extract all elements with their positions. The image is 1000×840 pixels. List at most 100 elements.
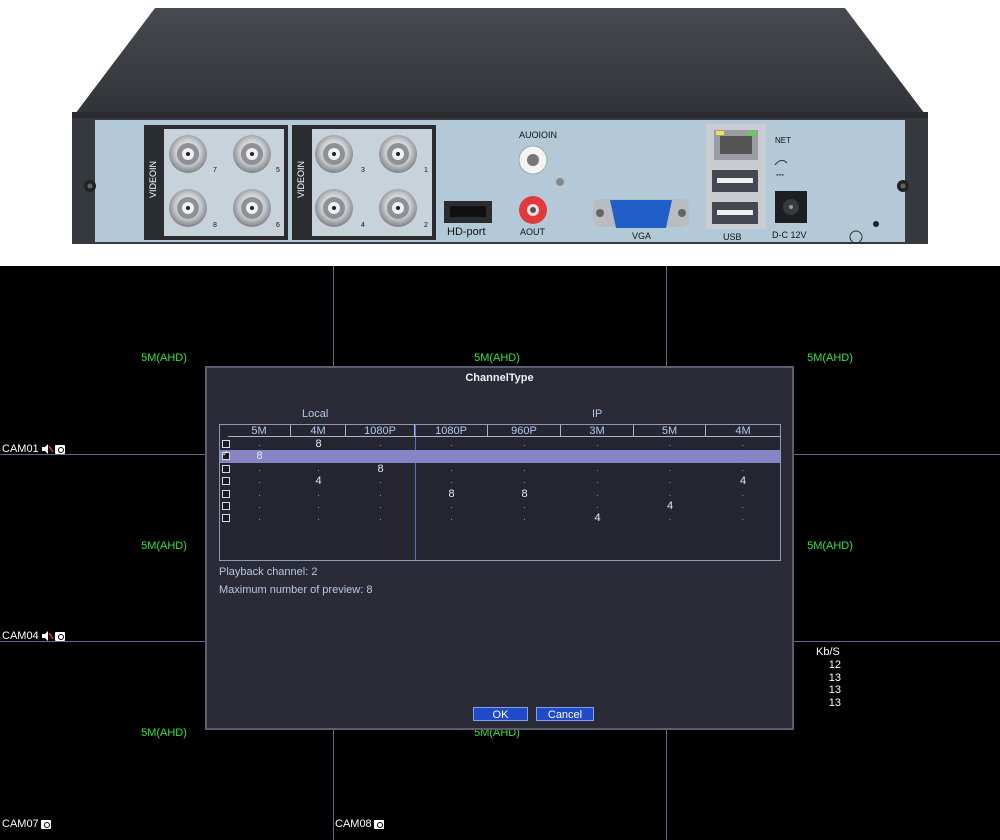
table-cell: .: [523, 512, 526, 523]
audioin-label: AUOIOIN: [519, 130, 558, 140]
table-cell: .: [379, 450, 382, 461]
videoin-label-right: VIDEOIN: [296, 160, 306, 198]
max-preview-text: Maximum number of preview: 8: [219, 584, 373, 596]
audio-mute-icon: [41, 631, 53, 641]
table-cell: 8: [521, 487, 528, 500]
table-cell: .: [317, 462, 320, 473]
bitrate-header: Kb/S: [816, 646, 840, 658]
table-cell: .: [596, 462, 599, 473]
dvr-device-illustration: ⎓: [72, 8, 928, 244]
table-row[interactable]: ... 8 8...: [220, 488, 780, 501]
camera-icon: [40, 819, 51, 829]
cancel-button[interactable]: Cancel: [536, 707, 594, 721]
port-number-5: 5: [276, 167, 280, 174]
table-cell: .: [258, 487, 261, 498]
table-cell: 8: [315, 438, 322, 450]
dialog-title: ChannelType: [465, 372, 534, 384]
column-header: 1080P: [346, 425, 415, 437]
camera-name: CAM07: [2, 818, 39, 830]
table-cell: .: [668, 475, 672, 486]
table-row[interactable]: . 4..... 4: [220, 475, 780, 488]
ok-button[interactable]: OK: [473, 707, 528, 721]
table-cell: .: [379, 512, 382, 523]
table-cell: .: [523, 450, 526, 461]
table-cell: .: [668, 438, 672, 448]
net-label: NET: [775, 136, 791, 145]
column-header: 1080P: [415, 425, 488, 437]
table-cell: .: [523, 475, 526, 486]
table-cell: .: [741, 462, 745, 473]
port-number-6: 6: [276, 222, 280, 229]
table-cell: .: [450, 475, 453, 486]
table-cell: .: [596, 487, 599, 498]
aout-label: AOUT: [520, 227, 546, 237]
bitrate-readout: Kb/S 12 13 13 13: [816, 646, 841, 710]
camera-icon: [54, 444, 65, 454]
table-cell: .: [258, 500, 261, 510]
table-row[interactable]: ..... 4..: [220, 512, 780, 525]
table-cell: .: [596, 475, 599, 486]
table-cell: 8: [256, 450, 263, 463]
table-cell: 4: [315, 475, 322, 488]
bitrate-value: 13: [828, 671, 841, 684]
column-header: 5M: [634, 425, 706, 437]
table-cell: .: [596, 500, 599, 510]
videoin-label-left: VIDEOIN: [148, 160, 158, 198]
column-header: 5M: [228, 425, 291, 437]
camera-label-cam07[interactable]: CAM07: [2, 817, 51, 831]
table-cell: .: [741, 487, 745, 498]
camera-icon: [54, 631, 65, 641]
table-cell: .: [741, 438, 745, 448]
port-number-1: 1: [424, 167, 428, 174]
table-cell: .: [379, 500, 382, 510]
bitrate-value: 12: [828, 658, 841, 671]
port-number-7: 7: [213, 167, 217, 174]
table-row[interactable]: . 8......: [220, 438, 780, 451]
table-cell: .: [450, 512, 453, 523]
table-cell: .: [668, 450, 672, 461]
camera-name: CAM08: [335, 818, 372, 830]
camera-icon: [373, 819, 384, 829]
table-cell: .: [258, 462, 261, 473]
table-cell: .: [668, 462, 672, 473]
table-cell: 8: [377, 462, 384, 475]
resolution-label: 5M(AHD): [141, 727, 187, 739]
reset-hole: [873, 221, 879, 227]
table-cell: .: [379, 475, 382, 486]
monitor-screen: 5M(AHD) 5M(AHD) 5M(AHD) 5M(AHD) 5M(AHD) …: [0, 266, 1000, 840]
table-cell: .: [317, 500, 320, 510]
table-cell: .: [741, 512, 745, 523]
table-cell: .: [450, 500, 453, 510]
dc-label: D-C 12V: [772, 230, 807, 240]
group-label-local: Local: [302, 408, 329, 420]
vga-label: VGA: [632, 231, 652, 241]
column-header: 4M: [706, 425, 780, 437]
playback-channel-text: Playback channel: 2: [219, 566, 318, 578]
svg-text:⎓: ⎓: [776, 170, 784, 181]
table-row[interactable]: .. 8.....: [220, 463, 780, 476]
port-number-4: 4: [361, 222, 365, 229]
table-cell: .: [258, 475, 261, 486]
bitrate-value: 13: [828, 684, 841, 697]
table-cell: .: [523, 462, 526, 473]
usb-label: USB: [723, 232, 742, 242]
camera-label-cam08[interactable]: CAM08: [335, 817, 384, 831]
table-cell: .: [450, 438, 453, 448]
resolution-label: 5M(AHD): [474, 352, 520, 364]
hdport-label: HD-port: [447, 226, 486, 238]
resolution-label: 5M(AHD): [141, 352, 187, 364]
table-cell: 8: [448, 487, 455, 500]
table-cell: .: [258, 512, 261, 523]
chassis-top: [72, 8, 928, 118]
table-row[interactable]: 8.......: [220, 449, 780, 463]
camera-label-cam01[interactable]: CAM01: [2, 442, 65, 456]
column-header: 4M: [291, 425, 346, 437]
camera-label-cam04[interactable]: CAM04: [2, 629, 65, 643]
table-cell: .: [450, 450, 453, 461]
table-row[interactable]: ...... 4.: [220, 500, 780, 513]
table-cell: .: [317, 487, 320, 498]
dvr-device: ⎓ VIDEOIN VIDEOIN 7 5 8 6 3 1 4 2 HD-por…: [0, 0, 1000, 262]
port-number-8: 8: [213, 222, 217, 229]
table-cell: 4: [666, 500, 674, 512]
table-cell: .: [450, 462, 453, 473]
